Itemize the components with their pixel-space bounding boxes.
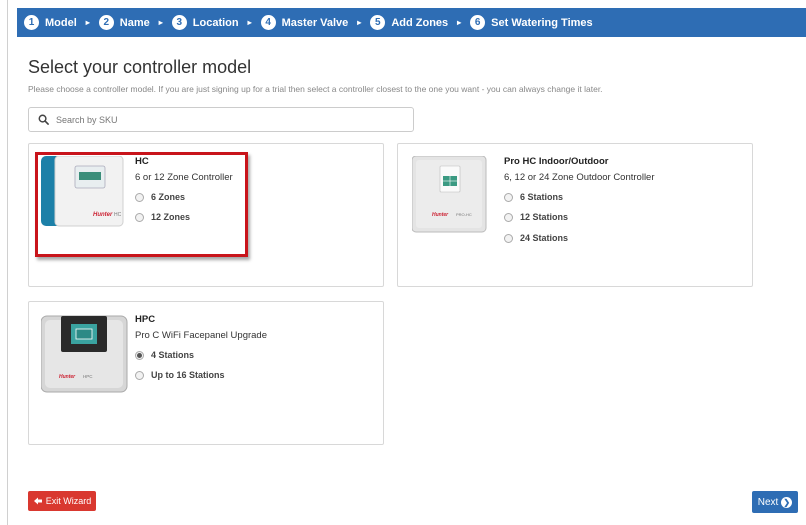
pro-hc-controller-image: Hunter PRO-HC (412, 156, 487, 233)
step-master-valve[interactable]: 4 Master Valve ▸ (260, 15, 371, 30)
radio-button-selected[interactable] (135, 350, 144, 360)
hpc-brand-label: Hunter (59, 374, 76, 380)
search-icon (38, 114, 49, 125)
option-label: 12 Stations (520, 212, 569, 222)
model-card-pro-hc[interactable]: Hunter PRO-HC Pro HC Indoor/Outdoor 6, 1… (397, 143, 753, 287)
step-arrow-icon: ▸ (357, 18, 362, 27)
step-arrow-icon: ▸ (247, 18, 252, 27)
step-number: 3 (171, 15, 187, 30)
radio-button[interactable] (504, 233, 513, 243)
option-4-stations[interactable]: 4 Stations (135, 350, 194, 360)
step-arrow-icon: ▸ (85, 18, 90, 27)
step-label: Set Watering Times (491, 16, 593, 29)
step-number: 6 (470, 15, 486, 30)
step-arrow-icon: ▸ (457, 18, 462, 27)
left-border (7, 0, 8, 525)
step-name[interactable]: 2 Name ▸ (98, 15, 172, 30)
pro-hc-brand-label: Hunter (432, 212, 449, 218)
option-label: 6 Stations (520, 192, 564, 202)
step-set-watering-times[interactable]: 6 Set Watering Times (470, 15, 593, 30)
step-number: 2 (98, 15, 114, 30)
hpc-controller-image: Hunter HPC (41, 315, 128, 393)
hpc-model-label: HPC (83, 374, 93, 379)
wizard-step-bar: 1 Model ▸ 2 Name ▸ 3 Location ▸ 4 Master… (17, 8, 806, 37)
option-6-stations[interactable]: 6 Stations (504, 192, 563, 202)
step-add-zones[interactable]: 5 Add Zones ▸ (370, 15, 470, 30)
sign-out-icon (33, 497, 42, 505)
next-button[interactable]: Next ❯ (752, 491, 798, 513)
exit-wizard-button[interactable]: Exit Wizard (28, 491, 96, 511)
step-label: Location (192, 16, 239, 29)
option-label: 24 Stations (520, 233, 569, 243)
radio-button[interactable] (504, 192, 513, 202)
pro-hc-model-label: PRO-HC (456, 212, 472, 217)
step-label: Add Zones (391, 16, 449, 29)
model-description: Pro C WiFi Facepanel Upgrade (135, 330, 267, 341)
step-number: 4 (260, 15, 276, 30)
option-label: Up to 16 Stations (151, 370, 225, 380)
step-model[interactable]: 1 Model ▸ (24, 15, 99, 30)
search-input[interactable] (56, 114, 396, 125)
search-box (28, 107, 414, 132)
step-arrow-icon: ▸ (158, 18, 163, 27)
model-description: 6, 12 or 24 Zone Outdoor Controller (504, 172, 655, 183)
step-label: Master Valve (281, 16, 349, 29)
step-label: Name (119, 16, 150, 29)
option-24-stations[interactable]: 24 Stations (504, 233, 568, 243)
radio-button[interactable] (504, 212, 513, 222)
model-card-hpc[interactable]: Hunter HPC HPC Pro C WiFi Facepanel Upgr… (28, 301, 384, 445)
highlight-box (35, 152, 248, 257)
option-12-stations[interactable]: 12 Stations (504, 212, 568, 222)
page-subtitle: Please choose a controller model. If you… (28, 84, 603, 94)
exit-wizard-label: Exit Wizard (45, 496, 92, 506)
chevron-circle-right-icon: ❯ (781, 496, 793, 508)
step-number: 1 (24, 15, 39, 30)
option-label: 4 Stations (151, 350, 195, 360)
step-number: 5 (370, 15, 386, 30)
page-title: Select your controller model (28, 57, 252, 77)
radio-button[interactable] (135, 370, 144, 380)
step-label: Model (45, 16, 77, 29)
step-location[interactable]: 3 Location ▸ (171, 15, 261, 30)
model-name: HPC (135, 314, 156, 325)
model-name: Pro HC Indoor/Outdoor (504, 156, 609, 167)
next-label: Next (757, 496, 779, 508)
option-up-to-16-stations[interactable]: Up to 16 Stations (135, 370, 225, 380)
